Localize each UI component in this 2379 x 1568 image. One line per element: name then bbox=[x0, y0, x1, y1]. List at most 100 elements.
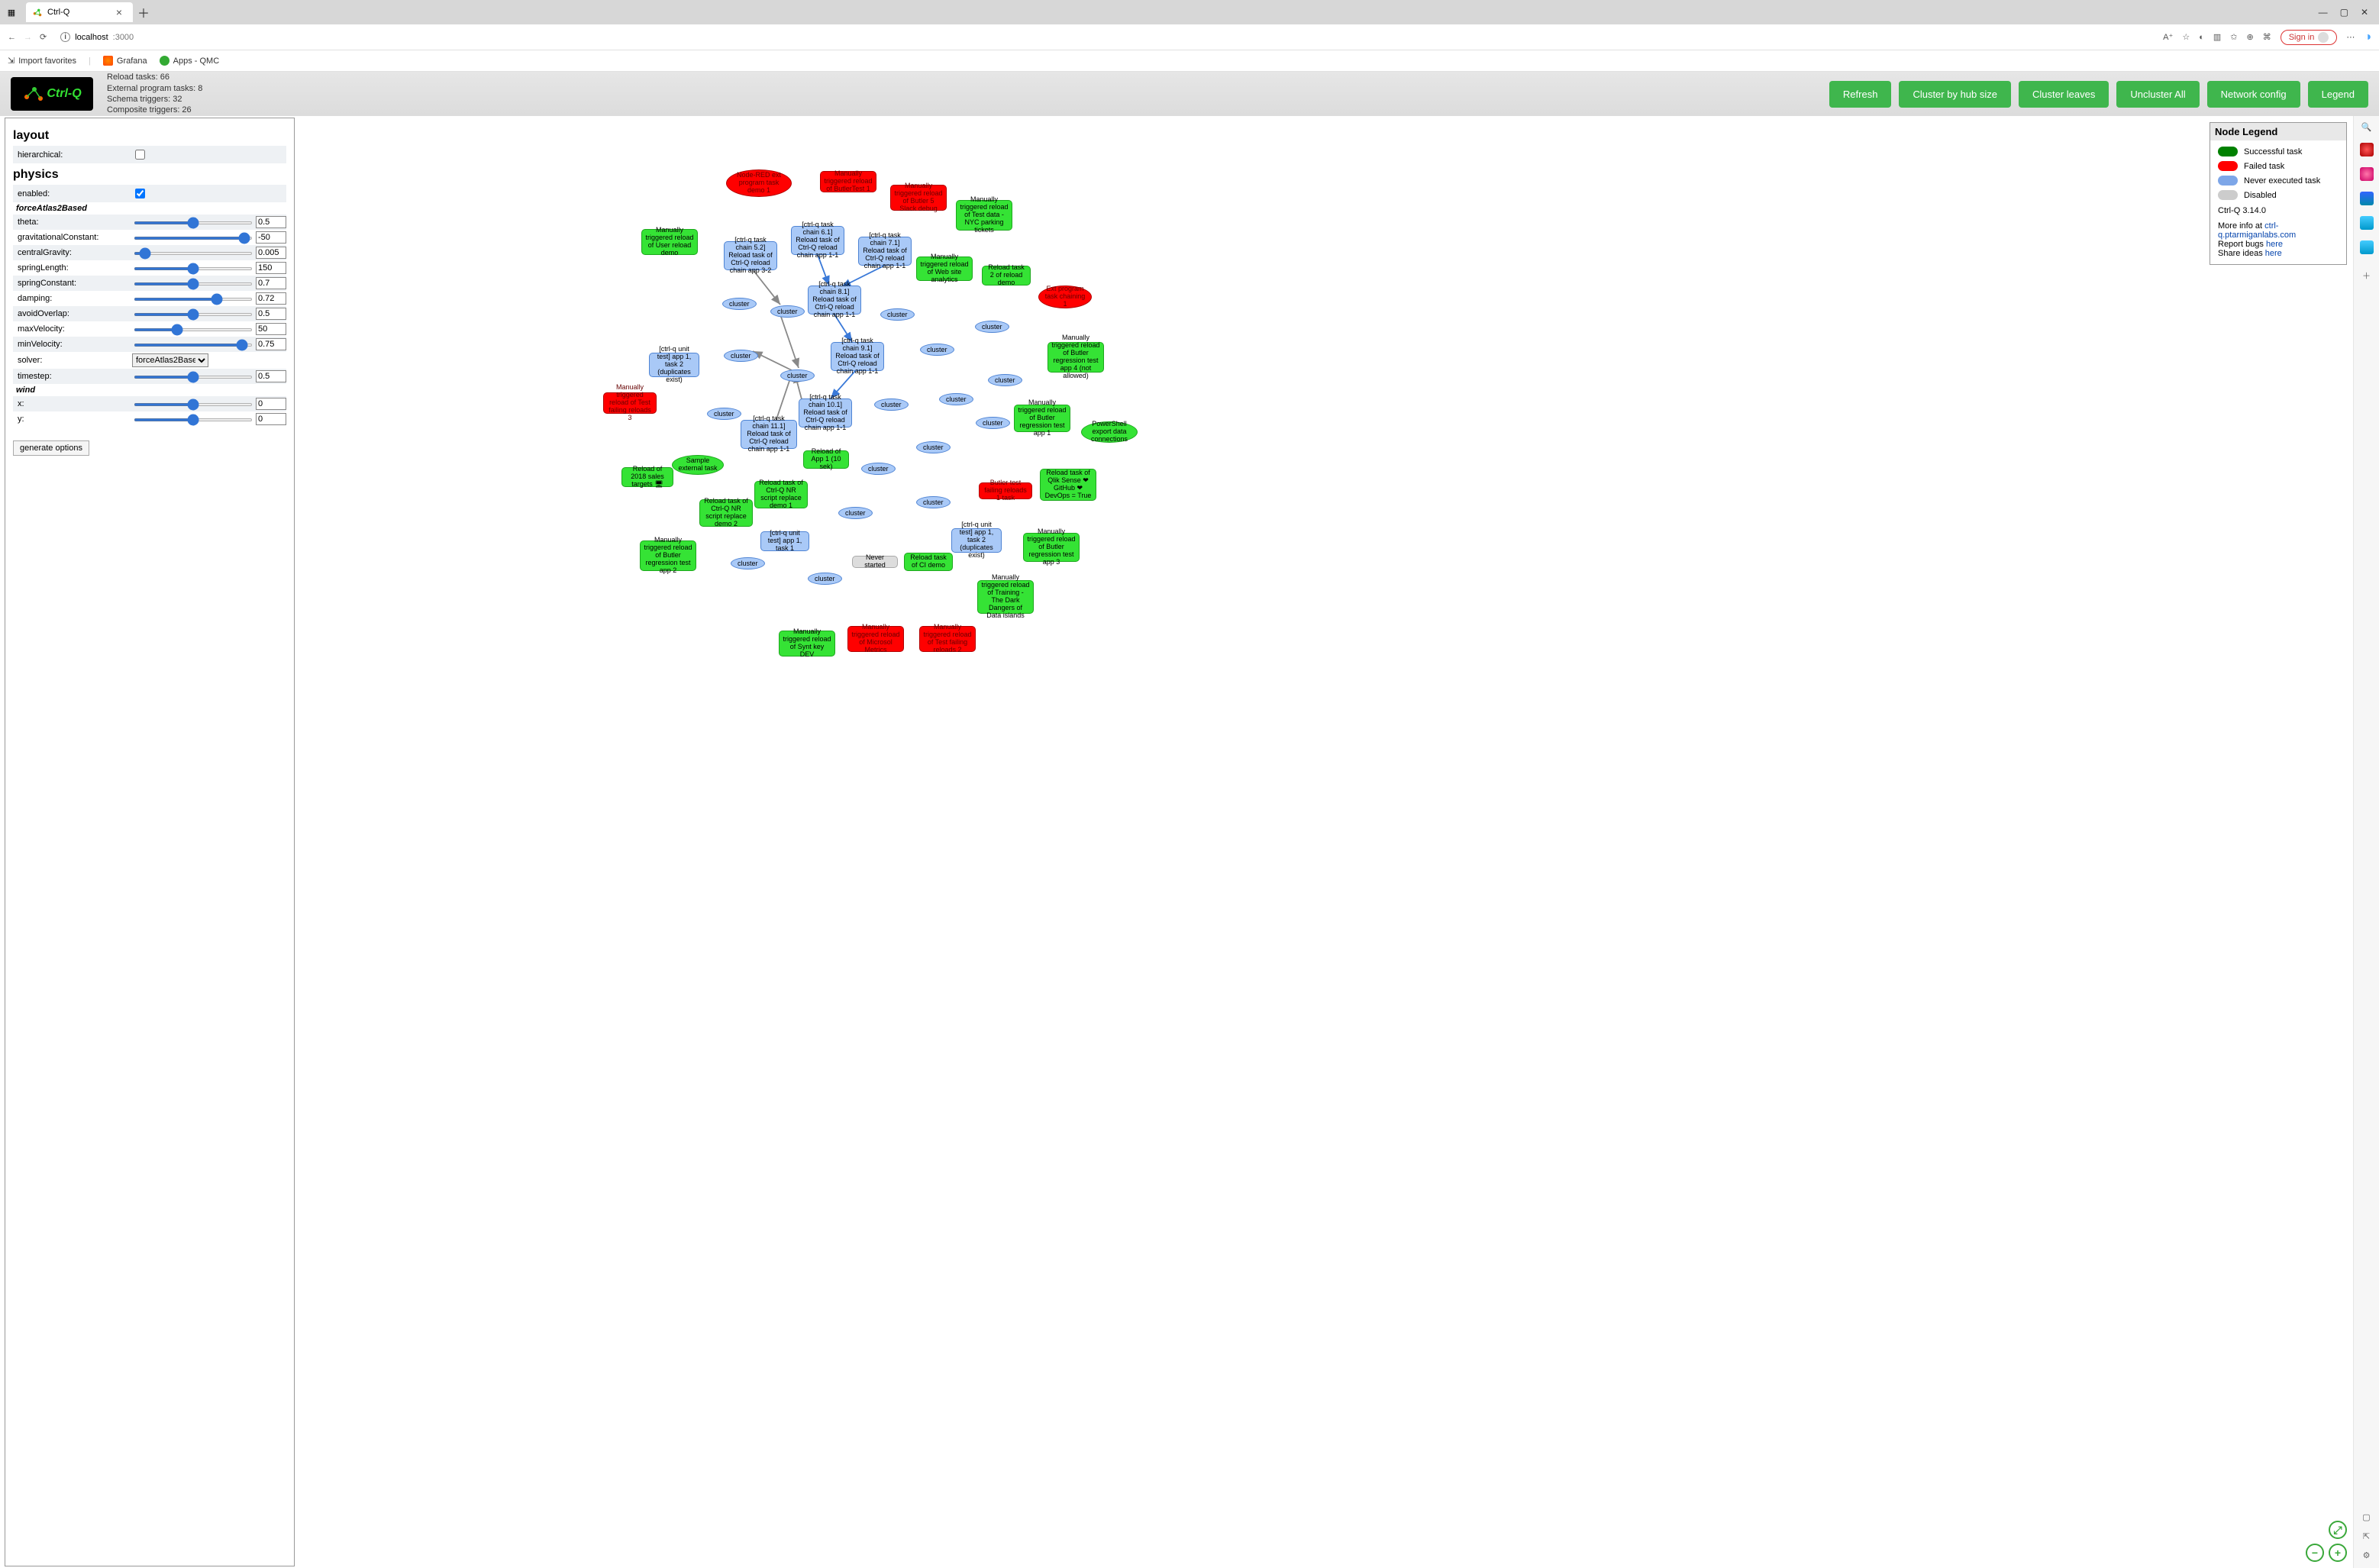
wind-x-slider[interactable] bbox=[134, 403, 253, 406]
cfg-value[interactable] bbox=[256, 323, 286, 335]
cluster-node[interactable]: cluster bbox=[808, 573, 842, 585]
task-node[interactable]: Manually triggered reload of Test data -… bbox=[956, 200, 1012, 231]
cfg-slider[interactable] bbox=[134, 328, 253, 331]
cluster-hub-button[interactable]: Cluster by hub size bbox=[1899, 81, 2011, 108]
sidebar-settings-icon[interactable]: ⚙ bbox=[2363, 1550, 2371, 1560]
cfg-slider[interactable] bbox=[134, 282, 253, 286]
network-canvas[interactable]: Node Legend Successful taskFailed taskNe… bbox=[295, 116, 2353, 1568]
window-tab-icon[interactable]: ▦ bbox=[5, 5, 18, 19]
task-node[interactable]: Butler test failing reloads 1 task bbox=[979, 482, 1032, 499]
task-node[interactable]: Manually triggered reload of Test failin… bbox=[603, 392, 657, 414]
cfg-value[interactable] bbox=[256, 247, 286, 259]
tab-close-icon[interactable]: × bbox=[116, 6, 122, 18]
signin-button[interactable]: Sign in bbox=[2281, 30, 2338, 45]
cfg-slider[interactable] bbox=[134, 237, 253, 240]
task-node[interactable]: Manually triggered reload of Web site an… bbox=[916, 256, 973, 281]
cfg-value[interactable] bbox=[256, 308, 286, 320]
task-node[interactable]: Reload task 2 of reload demo bbox=[982, 266, 1031, 286]
browser-tab[interactable]: Ctrl-Q × bbox=[26, 2, 133, 22]
zoom-fit-icon[interactable]: ⤢ bbox=[2329, 1521, 2347, 1539]
task-node[interactable]: [ctrl-q unit test] app 1, task 2 (duplic… bbox=[951, 528, 1002, 553]
cluster-node[interactable]: cluster bbox=[838, 507, 873, 519]
cfg-slider[interactable] bbox=[134, 252, 253, 255]
task-node[interactable]: Never started bbox=[852, 556, 898, 568]
cluster-node[interactable]: cluster bbox=[916, 496, 951, 508]
cluster-node[interactable]: cluster bbox=[770, 305, 805, 318]
task-node[interactable]: Reload task of Qlik Sense ❤ GitHub ❤ Dev… bbox=[1040, 469, 1096, 501]
enabled-checkbox[interactable] bbox=[135, 189, 145, 198]
legend-share-link[interactable]: here bbox=[2265, 249, 2282, 258]
task-node[interactable]: Manually triggered reload of Microsol Me… bbox=[847, 626, 904, 652]
timestep-value[interactable] bbox=[256, 370, 286, 382]
task-node[interactable]: [ctrl-q task chain 11.1] Reload task of … bbox=[741, 420, 797, 449]
search-icon[interactable]: 🔍 bbox=[2361, 122, 2372, 132]
window-minimize-icon[interactable]: — bbox=[2319, 7, 2328, 18]
uncluster-button[interactable]: Uncluster All bbox=[2116, 81, 2199, 108]
url-field[interactable]: i localhost:3000 bbox=[54, 29, 2155, 45]
task-node[interactable]: Reload task of Ctrl-Q NR script replace … bbox=[754, 481, 808, 508]
task-node[interactable]: [ctrl-q task chain 8.1] Reload task of C… bbox=[808, 286, 861, 315]
cluster-node[interactable]: cluster bbox=[939, 393, 973, 405]
cfg-slider[interactable] bbox=[134, 298, 253, 301]
task-node[interactable]: PowerShell export data connections bbox=[1081, 421, 1138, 443]
cfg-value[interactable] bbox=[256, 338, 286, 350]
favorites-icon[interactable]: ✩ bbox=[2230, 32, 2237, 42]
site-info-icon[interactable]: i bbox=[60, 32, 70, 42]
hierarchical-checkbox[interactable] bbox=[135, 150, 145, 160]
cluster-leaves-button[interactable]: Cluster leaves bbox=[2019, 81, 2109, 108]
cluster-node[interactable]: cluster bbox=[707, 408, 741, 420]
task-node[interactable]: Manually triggered reload of Test failin… bbox=[919, 626, 976, 652]
cluster-node[interactable]: cluster bbox=[916, 441, 951, 453]
task-node[interactable]: Reload of App 1 (10 sek) bbox=[803, 450, 849, 469]
cluster-node[interactable]: cluster bbox=[988, 374, 1022, 386]
task-node[interactable]: Manually triggered reload of Butler regr… bbox=[1014, 405, 1070, 432]
cfg-value[interactable] bbox=[256, 292, 286, 305]
window-close-icon[interactable]: ✕ bbox=[2361, 7, 2368, 18]
extensions-icon[interactable]: ⌘ bbox=[2263, 32, 2271, 42]
sidebar-notebook-icon[interactable]: ▢ bbox=[2362, 1512, 2370, 1522]
cfg-slider[interactable] bbox=[134, 313, 253, 316]
refresh-button[interactable]: Refresh bbox=[1829, 81, 1892, 108]
task-node[interactable]: Manually triggered reload of Synt key DE… bbox=[779, 631, 835, 657]
nav-forward-icon[interactable]: → bbox=[24, 33, 32, 42]
wind-x-value[interactable] bbox=[256, 398, 286, 410]
cfg-slider[interactable] bbox=[134, 344, 253, 347]
task-node[interactable]: Manually triggered reload of Butler regr… bbox=[1023, 533, 1080, 562]
task-node[interactable]: Manually triggered reload of Butler regr… bbox=[1047, 342, 1104, 373]
copilot-icon[interactable]: ◑ bbox=[2364, 31, 2371, 44]
task-node[interactable]: Reload task of CI demo bbox=[904, 553, 953, 571]
cfg-value[interactable] bbox=[256, 277, 286, 289]
generate-options-button[interactable]: generate options bbox=[13, 440, 89, 456]
task-node[interactable]: Manually triggered reload of Butler 5 Sl… bbox=[890, 185, 947, 211]
nav-refresh-icon[interactable]: ⟳ bbox=[40, 32, 47, 42]
cluster-node[interactable]: cluster bbox=[731, 557, 765, 569]
window-maximize-icon[interactable]: ▢ bbox=[2340, 7, 2348, 18]
sidebar-icon-5[interactable] bbox=[2360, 240, 2374, 254]
cfg-value[interactable] bbox=[256, 262, 286, 274]
legend-report-link[interactable]: here bbox=[2266, 240, 2283, 249]
cluster-node[interactable]: cluster bbox=[724, 350, 758, 362]
reload-ext-icon[interactable]: ◐ bbox=[2199, 33, 2204, 42]
cluster-node[interactable]: cluster bbox=[920, 344, 954, 356]
cfg-value[interactable] bbox=[256, 216, 286, 228]
cluster-node[interactable]: cluster bbox=[975, 321, 1009, 333]
legend-button[interactable]: Legend bbox=[2308, 81, 2368, 108]
task-node[interactable]: [ctrl-q task chain 5.2] Reload task of C… bbox=[724, 241, 777, 270]
task-node[interactable]: [ctrl-q unit test] app 1, task 2 (duplic… bbox=[649, 353, 699, 377]
task-node[interactable]: [ctrl-q task chain 6.1] Reload task of C… bbox=[791, 226, 844, 255]
cfg-slider[interactable] bbox=[134, 267, 253, 270]
task-node[interactable]: [ctrl-q unit test] app 1, task 1 bbox=[760, 531, 809, 551]
cluster-node[interactable]: cluster bbox=[976, 417, 1010, 429]
wind-y-value[interactable] bbox=[256, 413, 286, 425]
network-config-button[interactable]: Network config bbox=[2207, 81, 2300, 108]
timestep-slider[interactable] bbox=[134, 376, 253, 379]
task-node[interactable]: [ctrl-q task chain 10.1] Reload task of … bbox=[799, 398, 852, 427]
task-node[interactable]: Manually triggered reload of ButlerTest … bbox=[820, 171, 876, 192]
bookmark-qmc[interactable]: Apps - QMC bbox=[160, 56, 220, 66]
task-node[interactable]: Manually triggered reload of Training - … bbox=[977, 580, 1034, 614]
collections-icon[interactable]: ⊕ bbox=[2246, 32, 2253, 42]
sidebar-icon-4[interactable] bbox=[2360, 216, 2374, 230]
cluster-node[interactable]: cluster bbox=[874, 398, 909, 411]
cluster-node[interactable]: cluster bbox=[780, 369, 815, 382]
task-node[interactable]: Manually triggered reload of User reload… bbox=[641, 229, 698, 255]
